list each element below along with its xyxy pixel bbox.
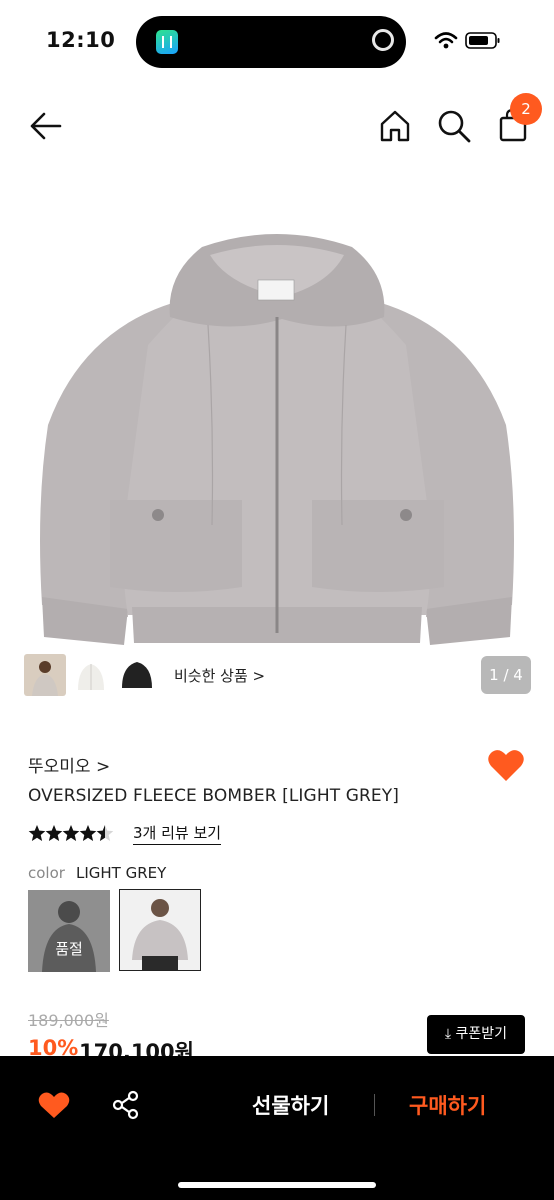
thumbnail-black-jacket[interactable] <box>116 654 158 696</box>
thumbnail-model[interactable] <box>24 654 66 696</box>
rating-star-icon <box>45 825 63 841</box>
image-counter: 1 / 4 <box>481 656 531 694</box>
rating-star-icon <box>28 825 46 841</box>
share-icon[interactable] <box>112 1090 140 1120</box>
coupon-button[interactable]: ⤓ 쿠폰받기 <box>427 1015 525 1054</box>
jacket-illustration <box>40 234 514 645</box>
product-title: OVERSIZED FLEECE BOMBER [LIGHT GREY] <box>28 786 399 806</box>
bar-divider <box>374 1094 375 1116</box>
rating-star-icon <box>79 825 97 841</box>
activity-ring-icon <box>372 29 394 51</box>
product-image[interactable] <box>28 225 526 650</box>
color-label: color <box>28 864 65 882</box>
heart-icon[interactable] <box>38 1090 70 1120</box>
rating-stars <box>28 823 128 843</box>
search-icon[interactable] <box>436 108 472 144</box>
review-link[interactable]: 3개 리뷰 보기 <box>133 822 222 845</box>
bottom-action-bar: 선물하기 구매하기 <box>0 1056 554 1200</box>
wishlist-heart-icon[interactable] <box>487 747 525 783</box>
thumbnail-strip: 비슷한 상품 > <box>20 652 298 698</box>
battery-icon <box>465 32 500 49</box>
thumbnail-white-jacket[interactable] <box>70 654 112 696</box>
original-price: 189,000원 <box>28 1011 109 1030</box>
recording-app-icon <box>156 30 178 54</box>
status-icons <box>434 32 500 49</box>
color-option-light-grey[interactable] <box>119 889 201 971</box>
rating-star-icon <box>96 825 114 841</box>
brand-link[interactable]: 뚜오미오 > <box>28 752 110 777</box>
buy-button[interactable]: 구매하기 <box>409 1090 486 1120</box>
similar-products-link[interactable]: 비슷한 상품 > <box>174 665 265 686</box>
dynamic-island <box>136 16 406 68</box>
color-option-sold-out[interactable]: 품절 <box>28 890 110 972</box>
wifi-icon <box>434 32 458 49</box>
cart-count-badge: 2 <box>510 93 542 125</box>
rating-star-icon <box>62 825 80 841</box>
back-arrow-icon[interactable] <box>28 108 64 144</box>
color-value: LIGHT GREY <box>76 864 167 882</box>
status-time: 12:10 <box>46 28 116 52</box>
sold-out-label: 품절 <box>55 940 83 958</box>
home-indicator <box>178 1182 376 1188</box>
home-icon[interactable] <box>377 108 413 144</box>
gift-button[interactable]: 선물하기 <box>252 1090 329 1120</box>
